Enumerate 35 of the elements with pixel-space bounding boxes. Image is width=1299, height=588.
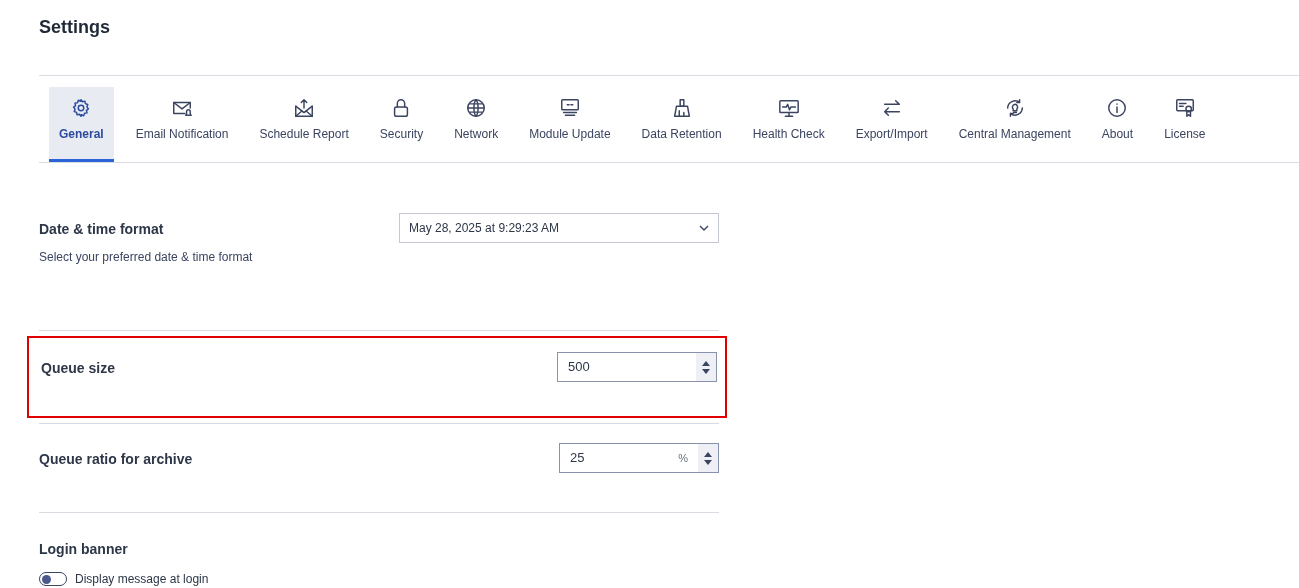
number-field[interactable]: 500 xyxy=(557,352,717,382)
increment-icon[interactable] xyxy=(704,451,712,457)
tab[interactable]: Health Check xyxy=(752,87,825,162)
tab[interactable]: Schedule Report xyxy=(259,87,349,162)
tab[interactable]: License xyxy=(1164,87,1206,162)
info-icon xyxy=(1106,97,1129,119)
tab[interactable]: Data Retention xyxy=(641,87,722,162)
monitor-stack-icon xyxy=(558,97,581,119)
decrement-icon[interactable] xyxy=(702,368,710,374)
tab[interactable]: About xyxy=(1101,87,1134,162)
toggle-label: Display message at login xyxy=(75,571,209,588)
setting-label: Login banner xyxy=(39,540,129,559)
unit-label: % xyxy=(678,450,689,466)
envelope-upload-icon xyxy=(293,97,316,119)
heartbeat-monitor-icon xyxy=(777,97,800,119)
globe-icon xyxy=(465,97,488,119)
certificate-icon xyxy=(1173,97,1196,119)
tab[interactable]: General xyxy=(49,87,114,162)
tab[interactable]: Security xyxy=(379,87,424,162)
toggle-switch[interactable] xyxy=(39,572,67,586)
increment-icon[interactable] xyxy=(702,360,710,366)
tab[interactable]: Network xyxy=(454,87,499,162)
page-title: Settings xyxy=(39,16,111,38)
date-format-dropdown[interactable]: May 28, 2025 at 9:29:23 AM xyxy=(399,213,719,243)
tab[interactable]: Export/Import xyxy=(855,87,928,162)
setting-label: Queue ratio for archive xyxy=(39,450,193,469)
tab[interactable]: Central Management xyxy=(958,87,1071,162)
number-field[interactable]: 25 % xyxy=(559,443,719,473)
chevron-down-icon xyxy=(699,225,709,231)
decrement-icon[interactable] xyxy=(704,459,712,465)
setting-label: Date & time format xyxy=(39,220,165,239)
tab[interactable]: Email Notification xyxy=(135,87,229,162)
setting-label: Queue size xyxy=(41,359,115,378)
setting-description: Select your preferred date & time format xyxy=(39,249,253,266)
tab[interactable]: Module Update xyxy=(529,87,611,162)
